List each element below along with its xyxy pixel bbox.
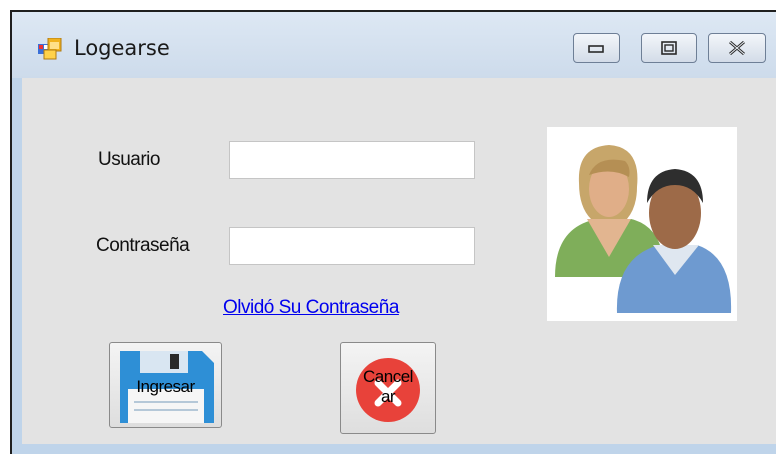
minimize-icon: [587, 45, 604, 53]
title-bar[interactable]: Logearse: [12, 12, 776, 78]
ingresar-label: Ingresar: [136, 377, 195, 396]
users-image: [547, 127, 737, 321]
window-title: Logearse: [74, 36, 170, 60]
password-input[interactable]: [229, 227, 475, 265]
usuario-label: Usuario: [98, 149, 160, 170]
maximize-button[interactable]: [641, 33, 697, 63]
forgot-password-link[interactable]: Olvidó Su Contraseña: [223, 297, 399, 319]
close-button[interactable]: [708, 33, 766, 63]
login-window: Logearse Usuario Contraseña Olvidó Su Co…: [10, 10, 776, 454]
ingresar-button[interactable]: Ingresar: [109, 342, 222, 428]
cancelar-label-line2: ar: [380, 387, 396, 406]
windows-form-icon: [38, 38, 62, 60]
minimize-button[interactable]: [573, 33, 620, 63]
users-icon: [555, 145, 732, 313]
password-label: Contraseña: [96, 235, 190, 256]
maximize-icon: [661, 41, 677, 55]
form-body: Usuario Contraseña Olvidó Su Contraseña: [22, 78, 776, 444]
usuario-input[interactable]: [229, 141, 475, 179]
close-icon: [729, 40, 745, 56]
cancelar-label-line1: Cancel: [363, 367, 413, 386]
cancelar-button[interactable]: Cancel ar: [340, 342, 436, 434]
